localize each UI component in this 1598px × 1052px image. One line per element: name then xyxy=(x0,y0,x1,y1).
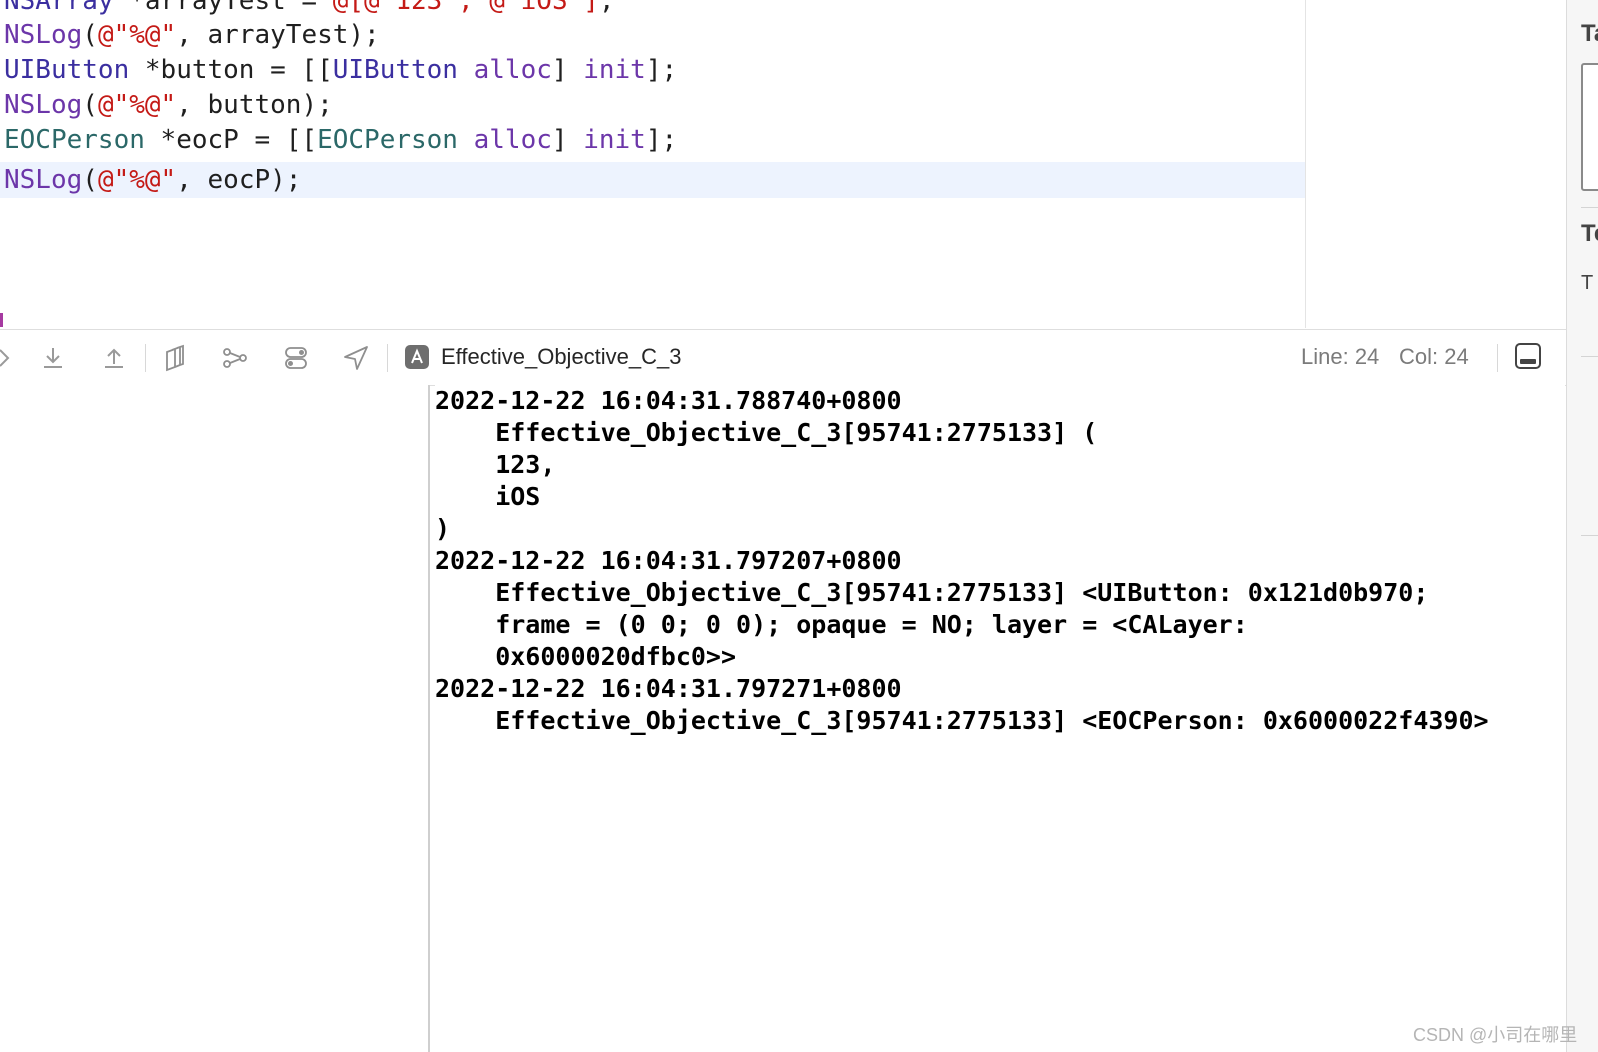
code-token: NSLog xyxy=(4,165,83,195)
code-token: ] xyxy=(551,125,584,155)
code-token: *arrayTest = xyxy=(113,0,333,16)
code-token: ; xyxy=(598,0,615,16)
code-token: NSLog xyxy=(4,90,83,120)
console-line: iOS xyxy=(435,482,541,511)
step-out-icon[interactable] xyxy=(100,344,128,372)
console-line: frame = (0 0; 0 0); opaque = NO; layer =… xyxy=(435,610,1248,639)
code-line[interactable]: NSLog(@"%@", button); xyxy=(4,87,333,123)
code-token: UIButton xyxy=(4,55,130,85)
code-token: init xyxy=(583,55,646,85)
code-token: ] xyxy=(551,55,584,85)
code-token: , eocP); xyxy=(176,165,302,195)
code-token: ( xyxy=(82,165,98,195)
debug-toolbar: Effective_Objective_C_3 Line: 24 Col: 24 xyxy=(0,329,1566,386)
divider xyxy=(1581,207,1598,208)
code-line[interactable]: EOCPerson *eocP = [[EOCPerson alloc] ini… xyxy=(4,122,677,158)
code-token: @"%@" xyxy=(97,90,177,120)
code-token: alloc xyxy=(473,125,552,155)
breakpoint-marker xyxy=(0,313,3,327)
console-line: Effective_Objective_C_3[95741:2775133] <… xyxy=(435,706,1489,735)
memory-graph-icon[interactable] xyxy=(221,344,249,372)
divider xyxy=(1581,535,1598,536)
code-token: UIButton xyxy=(332,55,458,85)
code-token: *button = [[ xyxy=(129,55,333,85)
code-token: *eocP = [[ xyxy=(144,125,318,155)
toolbar-separator xyxy=(145,344,146,372)
console-line: 2022-12-22 16:04:31.788740+0800 xyxy=(435,386,902,415)
continue-icon[interactable] xyxy=(0,344,18,372)
code-line[interactable]: UIButton *button = [[UIButton alloc] ini… xyxy=(4,52,677,88)
code-token: init xyxy=(583,125,646,155)
line-indicator: Line: 24 xyxy=(1301,344,1380,369)
variables-view[interactable] xyxy=(0,385,428,1052)
toolbar-separator xyxy=(387,344,388,372)
inspector-label: T xyxy=(1581,272,1594,294)
console-line: Effective_Objective_C_3[95741:2775133] <… xyxy=(435,578,1429,607)
console-line: 0x6000020dfbc0>> xyxy=(435,642,737,671)
code-token: alloc xyxy=(473,55,552,85)
simulate-location-icon[interactable] xyxy=(342,344,370,372)
app-icon xyxy=(405,345,429,369)
toggle-console-button[interactable] xyxy=(1515,343,1541,369)
code-editor[interactable]: NSArray *arrayTest = @[@"123", @"iOS"]; … xyxy=(0,0,1305,328)
watermark: CSDN @小司在哪里 xyxy=(1413,1025,1578,1045)
console-line: 123, xyxy=(435,450,556,479)
toolbar-separator xyxy=(1497,344,1498,372)
code-token: @"%@" xyxy=(97,165,177,195)
code-token: ( xyxy=(82,20,98,50)
console-output[interactable]: 2022-12-22 16:04:31.788740+0800 Effectiv… xyxy=(435,385,1565,1052)
code-token: , button); xyxy=(176,90,333,120)
console-line: ) xyxy=(435,514,451,543)
code-token: @[@"123", @"iOS"] xyxy=(332,0,599,16)
console-line: Effective_Objective_C_3[95741:2775133] ( xyxy=(435,418,1098,447)
divider xyxy=(1581,356,1598,357)
pane-divider[interactable] xyxy=(428,385,430,1052)
editor-divider xyxy=(1305,0,1306,328)
code-token: EOCPerson xyxy=(4,125,145,155)
console-line: 2022-12-22 16:04:31.797207+0800 xyxy=(435,546,902,575)
console-line: 2022-12-22 16:04:31.797271+0800 xyxy=(435,674,902,703)
code-token: ( xyxy=(82,90,98,120)
process-name[interactable]: Effective_Objective_C_3 xyxy=(441,342,682,372)
code-line[interactable]: NSLog(@"%@", arrayTest); xyxy=(4,17,380,53)
inspector-label: Te xyxy=(1581,220,1598,247)
code-token: @"%@" xyxy=(97,20,177,50)
inspector-text-area[interactable] xyxy=(1581,63,1598,191)
code-token: NSArray xyxy=(4,0,114,16)
view-hierarchy-icon[interactable] xyxy=(161,344,189,372)
code-token: ]; xyxy=(645,55,678,85)
code-token: EOCPerson xyxy=(317,125,458,155)
environment-overrides-icon[interactable] xyxy=(282,344,310,372)
col-indicator: Col: 24 xyxy=(1399,344,1469,369)
inspector-panel: Ta Te T xyxy=(1566,0,1598,1052)
code-token: NSLog xyxy=(4,20,83,50)
code-token: , arrayTest); xyxy=(176,20,380,50)
inspector-label: Ta xyxy=(1581,20,1598,47)
step-into-icon[interactable] xyxy=(39,344,67,372)
code-token: ]; xyxy=(645,125,678,155)
code-line-current[interactable]: NSLog(@"%@", eocP); xyxy=(0,162,1305,198)
